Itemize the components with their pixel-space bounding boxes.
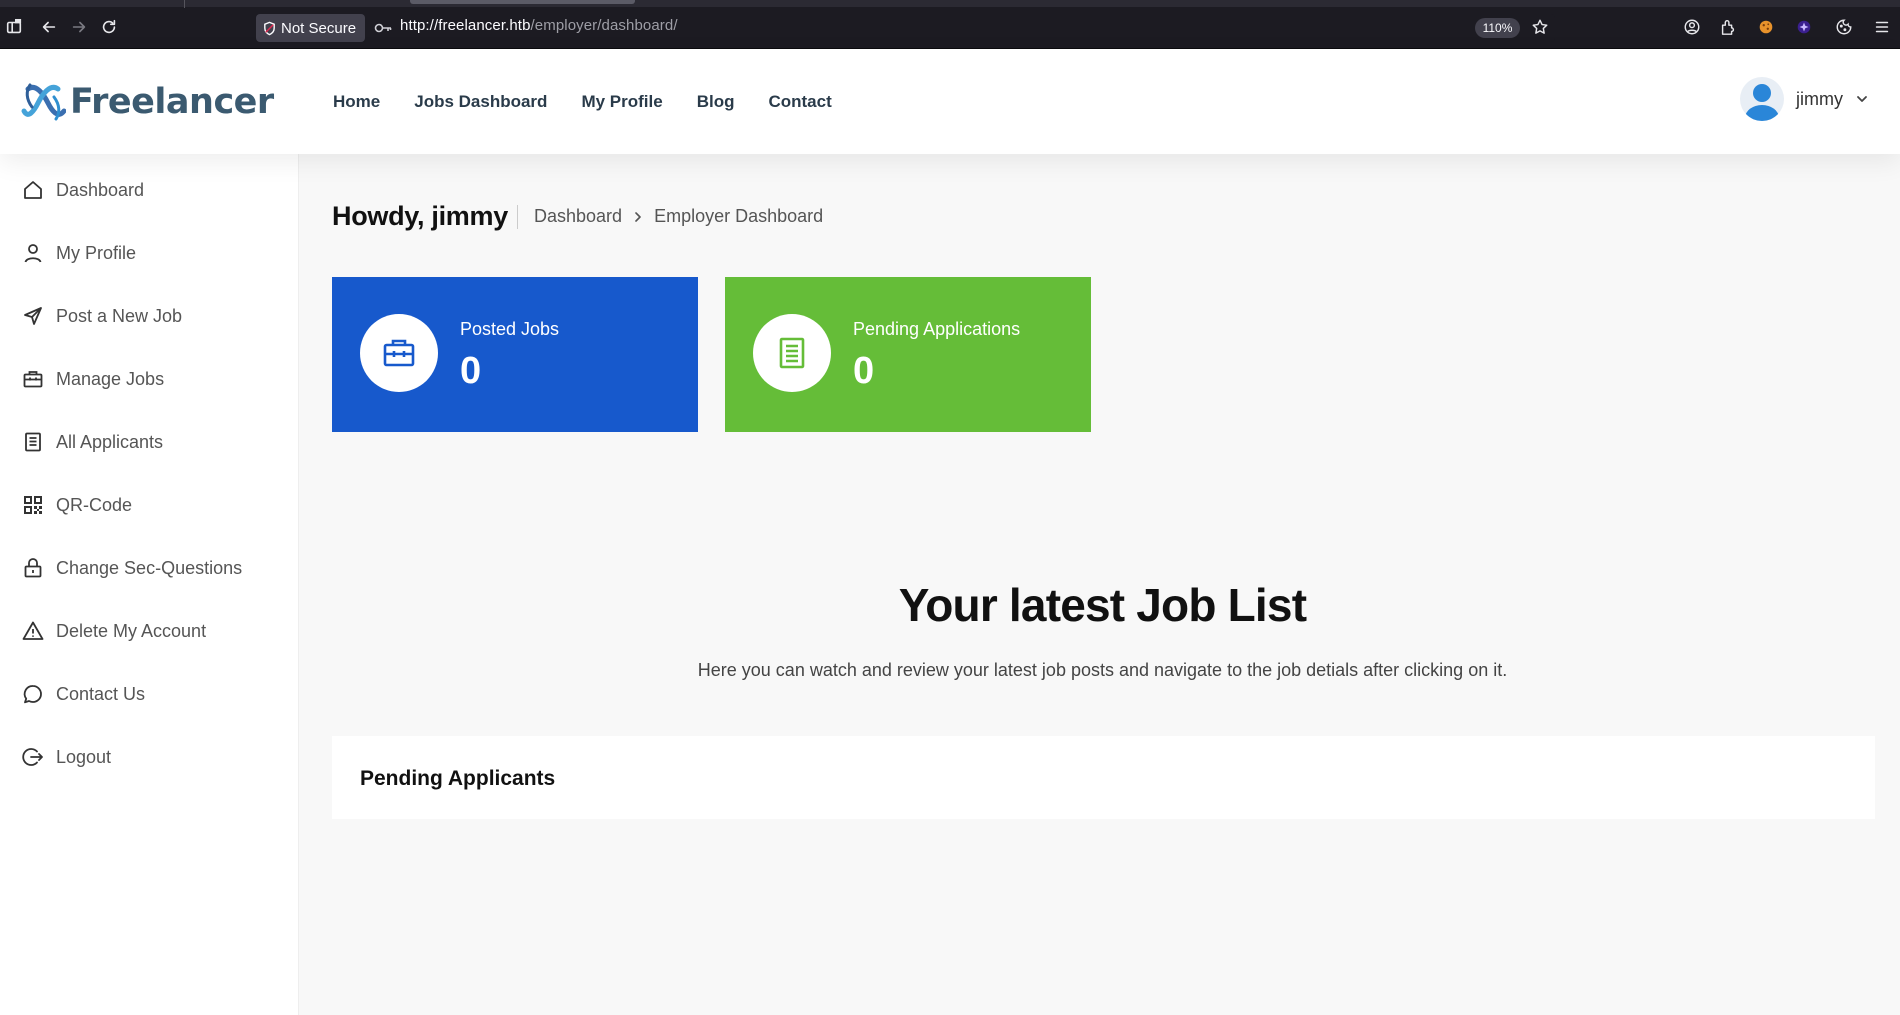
stat-value: 0 [460, 350, 482, 392]
briefcase-icon [23, 371, 43, 388]
security-label: Not Secure [281, 19, 357, 37]
lock-icon [24, 558, 42, 578]
user-icon [24, 244, 42, 263]
breadcrumb: Dashboard Employer Dashboard [534, 206, 823, 227]
sidebar-item-label: Change Sec-Questions [56, 557, 243, 578]
send-icon [24, 307, 42, 325]
zoom-level-badge[interactable]: 110% [1475, 18, 1520, 38]
page-title: Howdy, jimmy [332, 201, 508, 231]
user-name[interactable]: jimmy [1796, 89, 1843, 110]
sidebar: Dashboard My Profile Post a New Job Mana… [0, 154, 299, 1015]
stat-label: Pending Applications [853, 319, 1021, 339]
chevron-down-icon[interactable] [1855, 92, 1869, 106]
site-logo[interactable]: Freelancer [20, 79, 274, 125]
breadcrumb-dashboard[interactable]: Dashboard [534, 206, 622, 227]
sidebar-item-my-profile[interactable]: My Profile [22, 242, 136, 264]
user-menu[interactable]: jimmy [1740, 77, 1869, 121]
section-subtitle: Here you can watch and review your lates… [697, 660, 1508, 680]
stat-icon-circle [360, 314, 438, 392]
purple-extension-icon[interactable] [1794, 17, 1814, 37]
account-icon[interactable] [1682, 17, 1702, 37]
stat-icon-circle [753, 314, 831, 392]
qr-code-icon [24, 496, 42, 514]
document-icon [779, 337, 805, 369]
sidebar-item-label: All Applicants [56, 431, 164, 452]
section-title: Your latest Job List [898, 579, 1307, 631]
avatar-body [1745, 105, 1779, 121]
sidebar-item-label: Dashboard [56, 179, 145, 200]
sidebar-item-logout[interactable]: Logout [22, 746, 111, 768]
sidebar-item-label: My Profile [56, 242, 137, 263]
back-arrow-icon[interactable] [39, 17, 59, 37]
url-host: http://freelancer.htb [400, 17, 531, 34]
nav-contact[interactable]: Contact [768, 92, 831, 112]
avatar-head [1753, 84, 1771, 102]
shield-warning-icon [264, 21, 275, 35]
chevron-right-icon [635, 211, 641, 222]
sidebar-item-all-applicants[interactable]: All Applicants [22, 431, 163, 453]
sidebar-toggle-icon[interactable] [4, 17, 24, 37]
stat-label: Posted Jobs [460, 319, 560, 339]
sidebar-item-delete-account[interactable]: Delete My Account [22, 620, 206, 642]
bookmark-star-icon[interactable] [1530, 17, 1550, 37]
key-icon[interactable] [373, 18, 393, 38]
title-divider [517, 205, 518, 229]
sidebar-item-label: Manage Jobs [56, 368, 165, 389]
warning-icon [22, 621, 44, 640]
security-indicator[interactable]: Not Secure [256, 14, 366, 42]
extensions-icon[interactable] [1718, 17, 1738, 37]
pending-applicants-panel: Pending Applicants [332, 736, 1875, 819]
sidebar-item-contact-us[interactable]: Contact Us [22, 683, 145, 705]
sidebar-item-label: Contact Us [56, 683, 146, 704]
breadcrumb-current: Employer Dashboard [654, 206, 824, 226]
logout-icon [22, 748, 43, 766]
cookie-extension-icon[interactable] [1756, 17, 1776, 37]
cookie-outline-icon[interactable] [1834, 17, 1854, 37]
sidebar-item-label: Logout [56, 746, 112, 767]
stat-value: 0 [853, 350, 875, 392]
sidebar-item-dashboard[interactable]: Dashboard [22, 179, 144, 201]
sidebar-item-change-sec-questions[interactable]: Change Sec-Questions [22, 557, 242, 579]
site-header: Freelancer Home Jobs Dashboard My Profil… [0, 49, 1900, 154]
main-nav: Home Jobs Dashboard My Profile Blog Cont… [333, 92, 832, 112]
briefcase-icon [383, 339, 415, 367]
posted-jobs-card[interactable]: Posted Jobs 0 [332, 277, 698, 432]
url-text[interactable]: http://freelancer.htb/employer/dashboard… [400, 17, 678, 34]
reload-icon[interactable] [99, 17, 119, 37]
sidebar-item-label: Delete My Account [56, 620, 207, 641]
menu-hamburger-icon[interactable] [1872, 17, 1892, 37]
tab-strip [0, 0, 1900, 7]
pending-applicants-title: Pending Applicants [360, 767, 556, 790]
avatar[interactable] [1740, 77, 1784, 121]
sidebar-item-manage-jobs[interactable]: Manage Jobs [22, 368, 164, 390]
sidebar-item-post-job[interactable]: Post a New Job [22, 305, 182, 327]
document-icon [25, 432, 41, 452]
nav-blog[interactable]: Blog [697, 92, 735, 112]
nav-jobs-dashboard[interactable]: Jobs Dashboard [414, 92, 547, 112]
nav-home[interactable]: Home [333, 92, 380, 112]
sidebar-item-label: QR-Code [56, 494, 133, 515]
url-path: /employer/dashboard/ [530, 17, 678, 34]
tab-separator [184, 0, 185, 8]
active-tab-indicator[interactable] [410, 0, 635, 4]
sidebar-item-qr-code[interactable]: QR-Code [22, 494, 132, 516]
chat-icon [23, 685, 42, 704]
pending-applications-card[interactable]: Pending Applications 0 [725, 277, 1091, 432]
browser-toolbar: Not Secure http://freelancer.htb/employe… [0, 0, 1900, 49]
sidebar-item-label: Post a New Job [56, 305, 183, 326]
nav-my-profile[interactable]: My Profile [581, 92, 662, 112]
logo-text: Freelancer [70, 82, 274, 122]
freelancer-logo-icon [21, 83, 66, 121]
home-icon [24, 181, 42, 199]
forward-arrow-icon[interactable] [69, 17, 89, 37]
